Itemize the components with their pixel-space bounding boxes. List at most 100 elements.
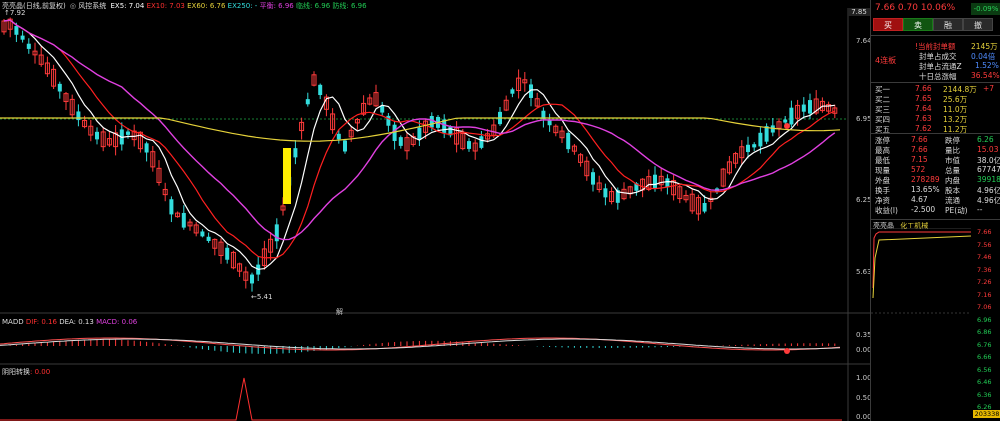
candle-down: [305, 99, 310, 105]
macd-macd: MACD: 0.06: [96, 318, 138, 326]
stat-label: 收益(l): [875, 206, 898, 215]
stat-value: 6.26: [977, 135, 994, 144]
stats-row: 净资 4.67 流通 4.96亿: [871, 195, 1000, 205]
stat-value: 7.66: [911, 145, 928, 154]
high-marker: ↑7.92: [4, 9, 26, 17]
bid-price: 7.63: [915, 114, 932, 123]
margin-button[interactable]: 融: [933, 18, 963, 31]
buy-button[interactable]: 买: [873, 18, 903, 31]
bid-price: 7.62: [915, 124, 932, 133]
candle-down: [665, 178, 670, 188]
candle-down: [200, 231, 205, 237]
candle-down: [764, 126, 769, 142]
candle-down: [318, 84, 323, 96]
macd-marker: [784, 348, 790, 354]
candle-down: [293, 148, 298, 158]
stat-value: 572: [911, 165, 926, 174]
macd-dif: DIF: 0.16: [25, 318, 57, 326]
mini-volume: 203338: [973, 410, 1000, 418]
mini-axis-label: 7.06: [977, 303, 992, 311]
float-ratio: 1.52%: [975, 61, 999, 70]
bid-price: 7.66: [915, 84, 932, 93]
event-marker: [784, 123, 790, 129]
axis-top-price: 7.85: [848, 8, 870, 16]
bid-row[interactable]: 买二 7.65 25.6万: [871, 94, 1000, 104]
candle-down: [95, 131, 99, 140]
mini-axis-label: 6.76: [977, 340, 992, 349]
mini-axis-label: 6.46: [977, 378, 992, 386]
bid-row[interactable]: 买三 7.64 11.0万: [871, 104, 1000, 114]
quote-side-panel: 7.66 0.70 10.06% -0.09% 买卖融撤 !当前封单额 2145万…: [870, 0, 1000, 421]
candle-down: [603, 188, 608, 198]
candle-down: [250, 274, 254, 284]
candle-down: [14, 26, 19, 35]
mini-axis-label: 7.66: [977, 228, 992, 236]
current-price: 7.66: [875, 3, 896, 13]
yinyang-header[interactable]: 阴阳转换: 0.00: [2, 367, 50, 377]
candle-down: [789, 107, 794, 125]
candle-down: [566, 132, 571, 150]
quote-header: 7.66 0.70 10.06%: [875, 3, 955, 13]
macd-title: MADD: [2, 318, 24, 326]
bid-extra: +7: [983, 84, 995, 93]
yinyang-value: : 0.00: [30, 368, 51, 376]
macd-header[interactable]: MADD DIF: 0.16 DEA: 0.13 MACD: 0.06: [2, 318, 137, 326]
mini-chart-axis: 7.66 7.56 7.46 7.36 7.26 7.16 7.06 6.96 6.86 6.76…: [973, 228, 1000, 411]
bid-row[interactable]: 买一 7.66 2144.8万 +7: [871, 84, 1000, 94]
candle-down: [336, 133, 341, 140]
signal-bar: [283, 148, 291, 204]
bid-price: 7.64: [915, 104, 932, 113]
stats-row: 现量572总量677470: [871, 165, 1000, 175]
candle-down: [510, 89, 515, 94]
candle-down: [76, 111, 81, 121]
macd-dea: DEA: 0.13: [59, 318, 94, 326]
mini-axis-label: 6.56: [977, 365, 992, 374]
mini-axis-label: 7.56: [977, 240, 992, 249]
candle-down: [653, 174, 657, 189]
yinyang-title: 阴阳转换: [2, 368, 30, 376]
stat-value: --: [977, 205, 983, 214]
candle-down: [746, 144, 750, 153]
stats-row: 外盘278289内盘399181: [871, 175, 1000, 185]
candle-down: [225, 247, 230, 260]
candle-down: [591, 172, 595, 185]
event-label: 解: [336, 307, 343, 316]
candle-down: [126, 131, 130, 135]
trade-buttons: 买卖融撤: [873, 18, 1000, 31]
stat-label: PE(动): [945, 206, 968, 215]
ten-day-value: 36.54%: [971, 71, 1000, 80]
stats-row: 涨停 7.66 跌停 6.26: [871, 135, 1000, 145]
sell-button[interactable]: 卖: [903, 18, 933, 31]
candle-down: [20, 35, 25, 40]
candle-down: [429, 115, 434, 128]
stats-row: 最高 7.66 量比 15.03: [871, 145, 1000, 155]
candle-down: [169, 199, 174, 215]
bid-list: 买一 7.66 2144.8万 +7 买二 7.65 25.6万 买三 7.64 11.0万 买四 7…: [871, 84, 1000, 134]
stat-value: 278289: [911, 175, 940, 184]
cancel-button[interactable]: 撤: [963, 18, 993, 31]
candle-down: [479, 136, 484, 148]
stat-value: 677470: [977, 165, 1000, 174]
kline-chart-area[interactable]: 亮亮晶(日线,前复权) ◎ 风控系统 EX5: 7.04 EX10: 7.03 …: [0, 0, 872, 421]
side-pct-badge: -0.09%: [971, 3, 1000, 15]
bid-row[interactable]: 买四 7.63 13.2万: [871, 114, 1000, 124]
candle-down: [783, 119, 788, 123]
candle-down: [206, 236, 211, 241]
mini-axis-label: 6.96: [977, 315, 992, 324]
stats-row: 收益(l) -2.500 PE(动) --: [871, 205, 1000, 215]
candle-down: [702, 203, 707, 212]
mini-price-line: [872, 231, 971, 289]
stats-row: 换手 13.65% 股本 4.96亿: [871, 185, 1000, 195]
stat-value: -2.500: [911, 205, 936, 214]
mini-avg-line: [872, 235, 972, 299]
candle-down: [758, 132, 763, 147]
ten-day-label: 十日总涨幅: [919, 72, 957, 81]
stat-value: 7.66: [911, 135, 928, 144]
mini-axis-label: 7.46: [977, 253, 992, 261]
stats-row: 最低 7.15 市值 38.0亿: [871, 155, 1000, 165]
candlestick-svg[interactable]: 解: [0, 0, 870, 421]
mini-axis-label: 6.36: [977, 390, 992, 399]
macd-dea-line: [0, 338, 841, 350]
low-marker: ←5.41: [251, 293, 273, 301]
candle-down: [26, 43, 31, 49]
